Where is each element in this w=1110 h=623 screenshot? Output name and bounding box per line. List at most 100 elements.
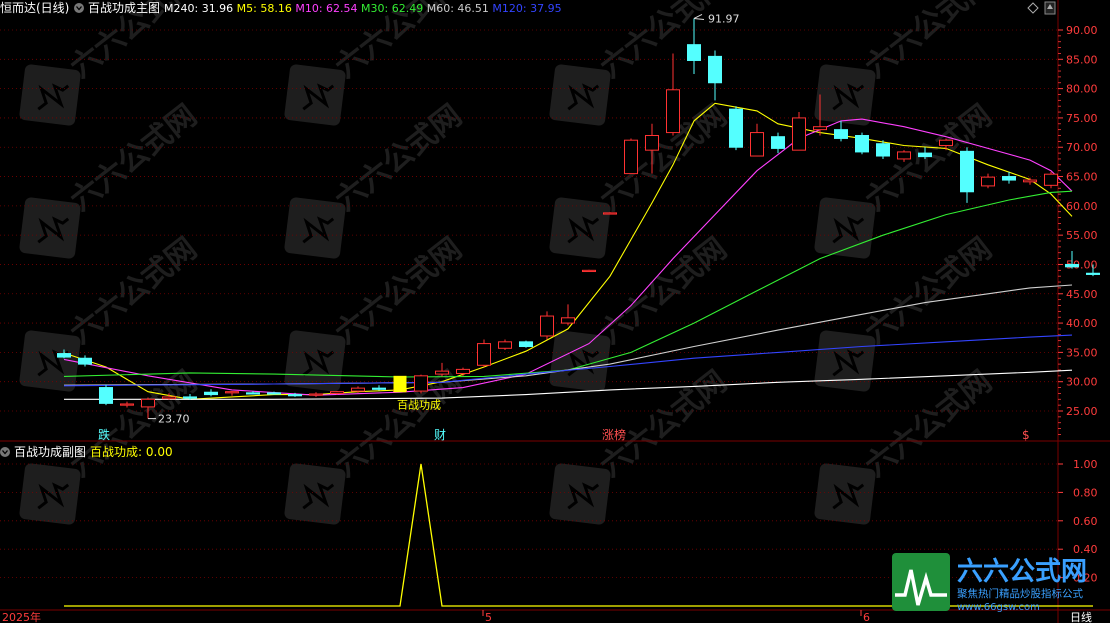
- diamond-icon[interactable]: [1027, 2, 1039, 14]
- candle-body: [435, 370, 449, 375]
- candle-body: [708, 55, 722, 84]
- candle-body: [981, 176, 995, 187]
- brand-name: 六六公式网: [957, 557, 1087, 587]
- window-controls: [1027, 1, 1056, 15]
- brand-slogan: 聚焦热门精品炒股指标公式: [957, 587, 1083, 600]
- candle-body: [834, 129, 848, 139]
- candle: [624, 138, 638, 175]
- period-label: 日线: [1070, 610, 1092, 623]
- candle: [519, 340, 533, 348]
- candle: [414, 374, 428, 394]
- candle: [708, 50, 722, 101]
- y-tick-label: 85.00: [1066, 53, 1098, 66]
- candle-body: [456, 368, 470, 374]
- candle-body: [771, 136, 785, 149]
- event-marker: 财: [434, 428, 446, 442]
- candle-body: [666, 89, 680, 134]
- y-tick-label: 80.00: [1066, 83, 1098, 96]
- x-axis: 2025年 5 6 日线: [2, 610, 1092, 623]
- y-tick-label: 1.00: [1073, 458, 1098, 471]
- candle-body: [1086, 272, 1100, 275]
- candle: [99, 384, 113, 406]
- main-header: 恒而达(日线) 百战功成主图 M240: 31.96 M5: 58.16 M10…: [0, 1, 562, 15]
- candle-body: [855, 135, 869, 153]
- y-tick-label: 0.80: [1073, 486, 1098, 499]
- candle-body: [519, 341, 533, 348]
- candle-body: [750, 132, 764, 157]
- watermark-text: 六六公式网: [64, 98, 204, 218]
- y-tick-label: 35.00: [1066, 346, 1098, 359]
- y-tick-label: 65.00: [1066, 171, 1098, 184]
- candle-body: [540, 315, 554, 337]
- event-marker: 跌: [98, 427, 110, 442]
- watermark-text: 六六公式网: [859, 98, 999, 218]
- sub-indicator-legend: 百战功成: 0.00: [90, 445, 173, 459]
- watermark-text: 六六公式网: [594, 231, 734, 351]
- main-chart-title: 百战功成主图: [88, 1, 160, 15]
- candle-body: [162, 396, 176, 400]
- candle-body: [1065, 263, 1079, 268]
- candle: [855, 132, 869, 155]
- candle-body: [561, 317, 575, 324]
- watermark-text: 六六公式网: [329, 231, 469, 351]
- candle-body: [309, 393, 323, 396]
- brand-url: www.66gsw.com: [957, 602, 1040, 613]
- candle-body: [204, 391, 218, 396]
- candle-body: [498, 341, 512, 349]
- candle-body: [582, 269, 596, 273]
- ma-legend-item: M10: 62.54: [292, 2, 358, 15]
- candle-body: [603, 212, 617, 215]
- candle: [666, 53, 680, 136]
- watermark-text: 六六公式网: [859, 231, 999, 351]
- ma-legend-item: M60: 46.51: [423, 2, 489, 15]
- main-menu-icon[interactable]: [74, 3, 84, 13]
- candle-body: [876, 143, 890, 157]
- candle: [477, 339, 491, 368]
- logo-square: [892, 553, 950, 611]
- candle: [225, 391, 239, 396]
- candle-body: [78, 357, 92, 365]
- candle: [582, 269, 596, 273]
- sub-menu-icon[interactable]: [0, 447, 10, 457]
- candle: [729, 106, 743, 151]
- watermark-text: 六六公式网: [594, 364, 734, 484]
- candle: [771, 132, 785, 154]
- candle: [1044, 171, 1058, 189]
- ma-legend-item: M5: 58.16: [233, 2, 292, 15]
- candle-body: [288, 394, 302, 397]
- watermark-text: 六六公式网: [64, 231, 204, 351]
- candle-body: [960, 150, 974, 193]
- watermark-text: 六六公式网: [329, 98, 469, 218]
- candle-body: [372, 387, 386, 390]
- y-tick-label: 0.40: [1073, 543, 1098, 556]
- candle-body: [1002, 176, 1016, 181]
- event-marker: $: [1022, 428, 1030, 442]
- candle-body: [687, 44, 701, 61]
- candle-body: [183, 396, 197, 399]
- candle-body: [918, 152, 932, 158]
- candle-body: [120, 403, 134, 406]
- candle-body: [330, 391, 344, 394]
- ma-legend-item: M240: 31.96: [164, 2, 233, 15]
- event-marker: 涨榜: [602, 427, 626, 442]
- candle: [1023, 177, 1037, 185]
- signal-label: 百战功成: [397, 398, 441, 411]
- y-tick-label: 0.60: [1073, 515, 1098, 528]
- candle-body: [99, 387, 113, 404]
- y-tick-label: 25.00: [1066, 405, 1098, 418]
- candle: [456, 367, 470, 376]
- candle: [204, 389, 218, 397]
- candle: [792, 112, 806, 151]
- candle-body: [225, 391, 239, 394]
- x-tick-label: 6: [863, 611, 870, 623]
- y-tick-label: 60.00: [1066, 200, 1098, 213]
- y-tick-label: 40.00: [1066, 317, 1098, 330]
- ma-legend-item: M120: 37.95: [489, 2, 562, 15]
- candle-body: [414, 375, 428, 392]
- y-tick-label: 55.00: [1066, 229, 1098, 242]
- chart-canvas: 六六公式网 六六公式网 六六公式网 六六公式网六六公式网 六六公式网 六六公式网 六六公式网…: [0, 0, 1110, 623]
- candle: [309, 392, 323, 397]
- watermark-text: 六六公式网: [859, 364, 999, 484]
- candle: [834, 120, 848, 142]
- candle-body: [141, 398, 155, 408]
